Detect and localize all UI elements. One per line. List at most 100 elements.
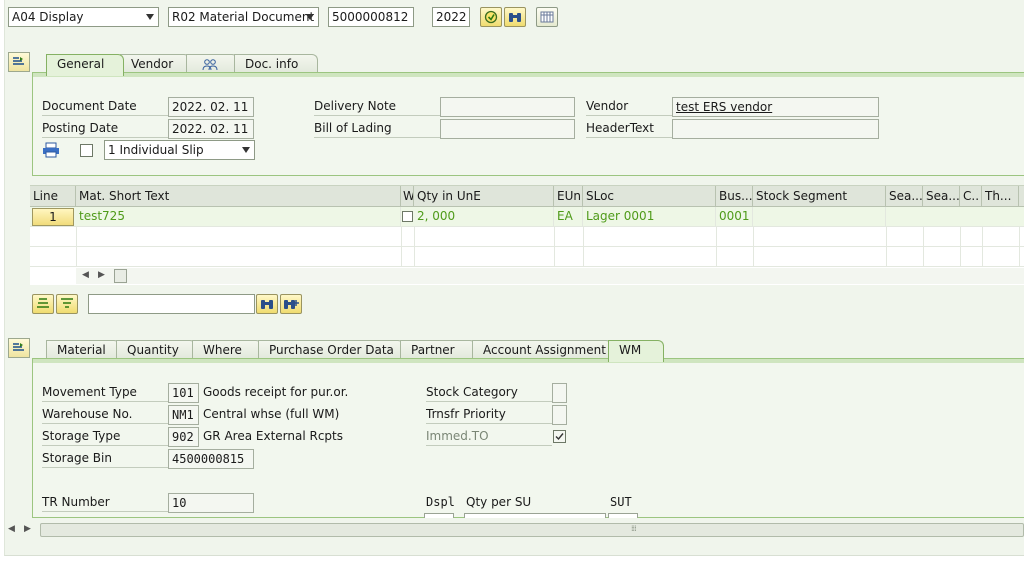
column-header-line[interactable]: Line	[30, 186, 76, 207]
column-divider	[923, 227, 924, 267]
qty-per-su-label: Qty per SU	[466, 495, 532, 509]
stock-category-label: Stock Category	[426, 383, 552, 402]
slip-type-dropdown[interactable]: 1 Individual Slip	[104, 140, 255, 160]
row-stock-segment[interactable]	[753, 207, 886, 227]
delivery-note-field[interactable]	[440, 97, 575, 117]
row-line-button[interactable]: 1	[32, 208, 74, 226]
row-sloc[interactable]: Lager 0001	[583, 207, 716, 227]
dspl-field[interactable]	[424, 513, 454, 518]
action-dropdown[interactable]: A04 Display	[8, 7, 159, 27]
trnsfr-priority-field[interactable]	[552, 405, 567, 425]
tab-general[interactable]: General	[46, 54, 124, 76]
column-header-bus[interactable]: Bus...	[716, 186, 753, 207]
tr-number-field[interactable]: 10	[168, 493, 254, 513]
find-button[interactable]	[256, 294, 278, 314]
sut-field[interactable]	[608, 513, 638, 518]
find-button[interactable]	[504, 7, 526, 27]
binoculars-icon	[509, 13, 521, 22]
storage-type-label: Storage Type	[42, 427, 168, 446]
tab-quantity[interactable]: Quantity	[116, 340, 196, 360]
column-header-w[interactable]: W	[401, 186, 414, 207]
items-table: Line Mat. Short Text W Qty in UnE EUn SL…	[30, 185, 1024, 285]
storage-type-field[interactable]: 902	[168, 427, 199, 447]
warehouse-field[interactable]: NM1	[168, 405, 199, 425]
table-row-empty[interactable]	[30, 227, 1024, 247]
column-header-extra[interactable]	[1019, 186, 1024, 207]
column-header-stock-segment[interactable]: Stock Segment	[753, 186, 886, 207]
column-header-eun[interactable]: EUn	[554, 186, 583, 207]
column-divider	[76, 227, 77, 267]
tab-wm[interactable]: WM	[608, 340, 664, 362]
tab-purchase-order-data[interactable]: Purchase Order Data	[258, 340, 404, 360]
scroll-left-icon[interactable]: ◀	[82, 270, 89, 280]
column-header-sloc[interactable]: SLoc	[583, 186, 716, 207]
tab-wm-label: WM	[619, 343, 642, 357]
column-header-th[interactable]: Th...	[982, 186, 1019, 207]
column-divider	[753, 227, 754, 267]
column-header-sea-1[interactable]: Sea...	[886, 186, 923, 207]
row-mat-text[interactable]: test725	[76, 207, 401, 227]
table-scrollbar[interactable]: ◀ ▶	[76, 268, 1024, 284]
search-input[interactable]	[88, 294, 255, 314]
tab-doc-info-label: Doc. info	[245, 57, 299, 71]
scroll-thumb[interactable]	[114, 269, 127, 283]
tab-material[interactable]: Material	[46, 340, 120, 360]
tab-where[interactable]: Where	[192, 340, 262, 360]
qty-per-su-field[interactable]	[464, 513, 606, 518]
execute-icon	[484, 10, 498, 24]
row-eun[interactable]: EA	[554, 207, 583, 227]
tab-vendor[interactable]: Vendor	[120, 54, 190, 74]
storage-bin-field[interactable]: 4500000815	[168, 449, 254, 469]
storage-type-desc: GR Area External Rcpts	[203, 429, 343, 443]
execute-button[interactable]	[480, 7, 502, 27]
scroll-right-icon[interactable]: ▶	[24, 524, 31, 534]
reference-doc-dropdown[interactable]: R02 Material Document	[168, 7, 319, 27]
print-icon[interactable]	[42, 142, 60, 158]
sort-button[interactable]	[32, 294, 54, 314]
scroll-left-icon[interactable]: ◀	[8, 524, 15, 534]
column-header-c[interactable]: C..	[960, 186, 982, 207]
movement-type-field[interactable]: 101	[168, 383, 199, 403]
column-divider	[554, 227, 555, 267]
layout-button[interactable]	[536, 7, 558, 27]
detail-tabstrip: Material Quantity Where Purchase Order D…	[32, 340, 1024, 362]
immed-to-checkbox[interactable]	[553, 430, 566, 443]
tab-where-label: Where	[203, 343, 242, 357]
header-menu-button[interactable]	[8, 52, 30, 72]
panel-scrollbar[interactable]: ◀ ▶ ⁞⁞⁞	[4, 521, 1024, 539]
tab-partner-label: Partner	[411, 343, 455, 357]
filter-button[interactable]	[56, 294, 78, 314]
menu-icon	[13, 57, 24, 65]
row-w-checkbox[interactable]	[402, 211, 413, 222]
tab-account-assignment[interactable]: Account Assignment	[472, 340, 612, 360]
posting-date-field[interactable]: 2022. 02. 11	[168, 119, 254, 139]
vendor-label: Vendor	[586, 97, 672, 116]
bill-of-lading-field[interactable]	[440, 119, 575, 139]
stock-category-field[interactable]	[552, 383, 567, 403]
binoculars-plus-icon	[284, 300, 299, 309]
scroll-thumb[interactable]: ⁞⁞⁞	[40, 523, 1024, 537]
print-checkbox[interactable]	[80, 144, 93, 157]
document-date-field[interactable]: 2022. 02. 11	[168, 97, 254, 117]
document-number-field[interactable]: 5000000812	[328, 7, 414, 27]
scroll-right-icon[interactable]: ▶	[98, 270, 105, 280]
column-header-sea-2[interactable]: Sea...	[923, 186, 960, 207]
tab-doc-info[interactable]: Doc. info	[234, 54, 318, 74]
column-header-mat-short-text[interactable]: Mat. Short Text	[76, 186, 401, 207]
detail-menu-button[interactable]	[8, 338, 30, 358]
tr-number-label: TR Number	[42, 493, 168, 512]
table-row-empty[interactable]	[30, 247, 1024, 267]
column-divider	[886, 227, 887, 267]
header-text-field[interactable]	[672, 119, 879, 139]
chevron-down-icon	[306, 14, 314, 20]
find-next-button[interactable]	[280, 294, 302, 314]
row-qty[interactable]: 2, 000	[414, 207, 554, 227]
vendor-field[interactable]: test ERS vendor	[672, 97, 879, 117]
table-row[interactable]: 1 test725 2, 000 EA Lager 0001 0001	[30, 207, 1024, 227]
document-year-field[interactable]: 2022	[432, 7, 470, 27]
column-header-qty[interactable]: Qty in UnE	[414, 186, 554, 207]
delivery-note-label: Delivery Note	[314, 97, 440, 116]
row-bus[interactable]: 0001	[716, 207, 753, 227]
tab-partner[interactable]: Partner	[400, 340, 476, 360]
tab-partners[interactable]	[186, 54, 238, 74]
